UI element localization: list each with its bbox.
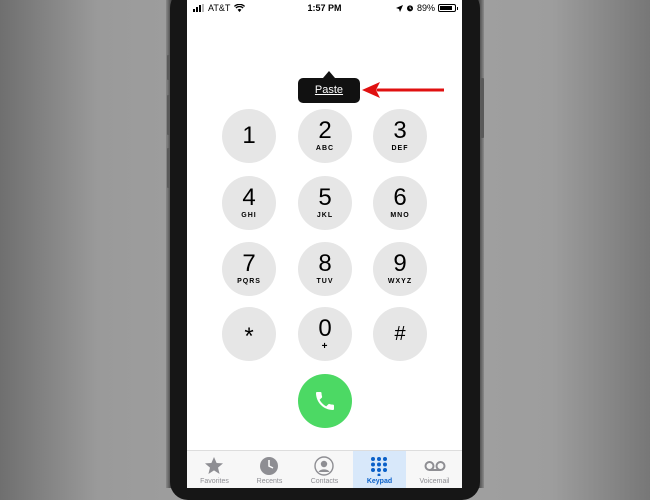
key-digit: 5 xyxy=(318,184,332,211)
key-digit: # xyxy=(394,323,406,345)
key-digit: 6 xyxy=(393,184,407,211)
key-digit: 9 xyxy=(393,250,407,277)
tab-label: Recents xyxy=(256,478,283,485)
annotation-arrow-icon xyxy=(362,82,444,98)
contact-icon xyxy=(314,456,334,476)
alarm-icon xyxy=(406,5,413,12)
key-letters: + xyxy=(321,341,329,352)
key-1[interactable]: 1 xyxy=(222,109,276,163)
phone-handset-icon xyxy=(316,392,334,410)
star-icon xyxy=(205,457,223,474)
phone-volume-down-button xyxy=(167,148,170,188)
key-hash[interactable]: # xyxy=(373,307,427,361)
key-9[interactable]: 9 WXYZ xyxy=(373,242,427,296)
status-bar: AT&T 1:57 PM 89% xyxy=(187,0,462,18)
key-letters: DEF xyxy=(391,145,409,152)
key-6[interactable]: 6 MNO xyxy=(373,176,427,230)
key-digit: 1 xyxy=(242,122,256,149)
key-letters: JKL xyxy=(316,212,334,219)
key-7[interactable]: 7 PQRS xyxy=(222,242,276,296)
key-3[interactable]: 3 DEF xyxy=(373,109,427,163)
key-digit: 2 xyxy=(318,117,332,144)
key-star[interactable]: * xyxy=(222,307,276,361)
voicemail-icon xyxy=(424,461,446,471)
key-0[interactable]: 0 + xyxy=(298,307,352,361)
location-arrow-icon xyxy=(395,4,403,12)
battery-icon xyxy=(438,4,458,12)
key-digit: 7 xyxy=(242,250,256,277)
clock-icon xyxy=(260,457,278,475)
key-8[interactable]: 8 TUV xyxy=(298,242,352,296)
status-bar-right: 89% xyxy=(395,3,458,13)
phone-mute-switch xyxy=(167,55,170,80)
battery-percent: 89% xyxy=(416,3,435,13)
call-button[interactable] xyxy=(298,374,352,428)
tab-contacts[interactable]: Contacts xyxy=(298,451,351,488)
key-digit: * xyxy=(244,323,254,350)
key-digit: 8 xyxy=(318,250,332,277)
tab-label: Keypad xyxy=(366,478,393,485)
key-letters: PQRS xyxy=(237,278,261,285)
tab-bar: Favorites Recents Contacts Keypad Voicem… xyxy=(187,450,462,488)
paste-menu-button[interactable]: Paste xyxy=(298,71,360,103)
key-letters: ABC xyxy=(315,145,335,152)
tab-recents[interactable]: Recents xyxy=(243,451,296,488)
tab-keypad[interactable]: Keypad xyxy=(353,451,406,488)
key-digit: 0 xyxy=(318,315,332,342)
key-5[interactable]: 5 JKL xyxy=(298,176,352,230)
phone-screen: AT&T 1:57 PM 89% Paste 1 2 ABC 3 DEF 4 G… xyxy=(187,0,462,488)
tab-favorites[interactable]: Favorites xyxy=(188,451,241,488)
phone-side-button xyxy=(481,78,484,138)
key-digit: 3 xyxy=(393,117,407,144)
key-letters: TUV xyxy=(316,278,334,285)
key-4[interactable]: 4 GHI xyxy=(222,176,276,230)
key-letters: GHI xyxy=(241,212,257,219)
key-2[interactable]: 2 ABC xyxy=(298,109,352,163)
tab-label: Voicemail xyxy=(419,478,450,485)
tab-label: Contacts xyxy=(310,478,339,485)
key-letters: MNO xyxy=(390,212,410,219)
key-letters: WXYZ xyxy=(387,278,413,285)
tab-label: Favorites xyxy=(200,478,229,485)
phone-volume-up-button xyxy=(167,95,170,135)
tab-voicemail[interactable]: Voicemail xyxy=(408,451,461,488)
keypad-icon xyxy=(371,457,387,476)
key-digit: 4 xyxy=(242,184,256,211)
